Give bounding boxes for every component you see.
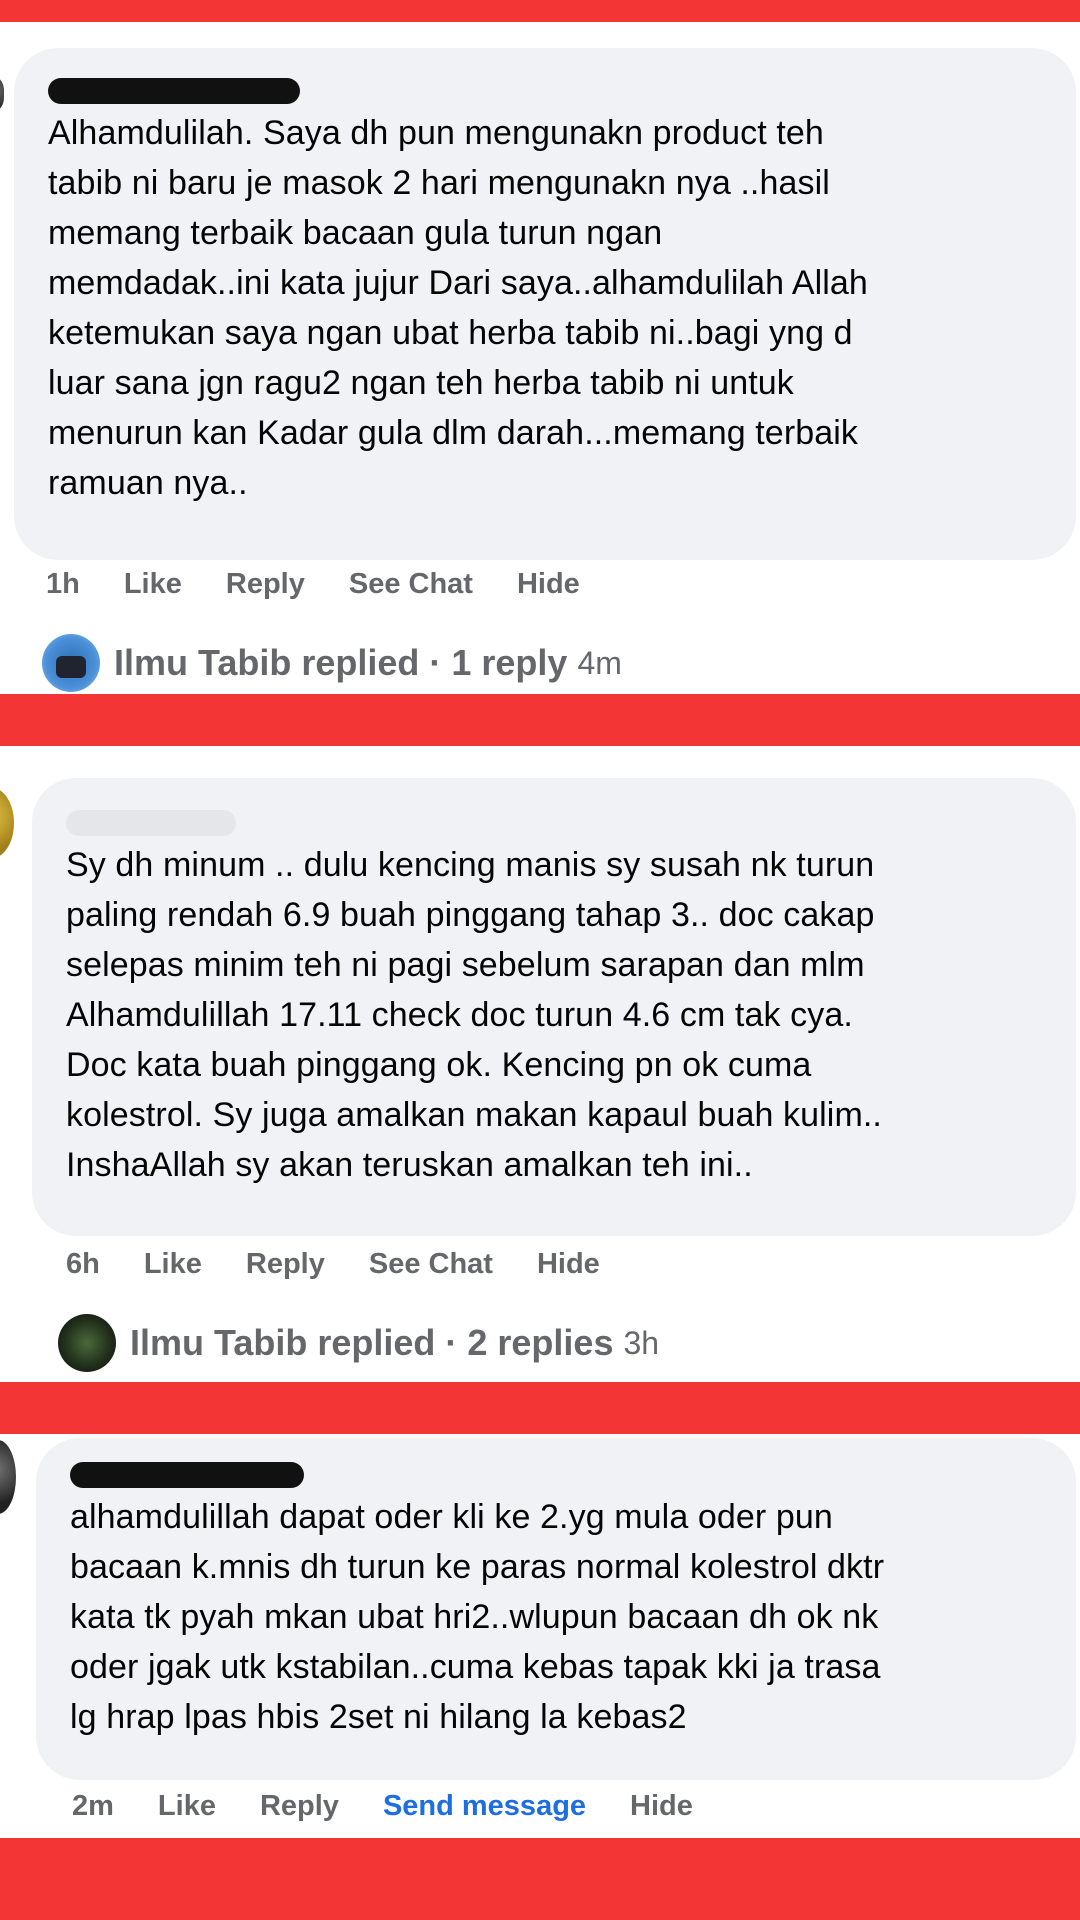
comment-actions: 6h Like Reply See Chat Hide [66,1248,600,1281]
comment-bubble: Sy dh minum .. dulu kencing manis sy sus… [32,778,1076,1236]
comment-time[interactable]: 6h [66,1248,100,1281]
hide-button[interactable]: Hide [630,1790,693,1823]
reply-count: 1 reply [451,642,568,683]
separator-dot: · [429,642,442,683]
view-replies-link[interactable]: Ilmu Tabib replied · 1 reply 4m [42,634,622,692]
replier-avatar [42,634,100,692]
comment-text: Sy dh minum .. dulu kencing manis sy sus… [66,846,882,1184]
red-band-bottom [0,1838,1080,1920]
see-chat-button[interactable]: See Chat [349,568,473,601]
like-button[interactable]: Like [124,568,182,601]
see-chat-button[interactable]: See Chat [369,1248,493,1281]
comment-text: Alhamdulilah. Saya dh pun mengunakn prod… [48,114,868,502]
commenter-name-redacted[interactable] [66,810,236,836]
reply-button[interactable]: Reply [226,568,305,601]
replier-label: Ilmu Tabib replied [130,1322,436,1363]
avatar-dark-shape [56,656,86,678]
commenter-name-redacted[interactable] [48,78,300,104]
separator-dot: · [445,1322,458,1363]
hide-button[interactable]: Hide [517,568,580,601]
like-button[interactable]: Like [144,1248,202,1281]
reply-button[interactable]: Reply [260,1790,339,1823]
comment-text: alhamdulillah dapat oder kli ke 2.yg mul… [70,1498,885,1736]
comment-bubble: Alhamdulilah. Saya dh pun mengunakn prod… [14,48,1076,560]
commenter-avatar[interactable] [0,74,4,114]
hide-button[interactable]: Hide [537,1248,600,1281]
comment-time[interactable]: 2m [72,1790,114,1823]
reply-count: 2 replies [467,1322,614,1363]
commenter-avatar[interactable] [0,1440,16,1514]
comment-actions: 2m Like Reply Send message Hide [72,1790,693,1823]
like-button[interactable]: Like [158,1790,216,1823]
comment-1: Alhamdulilah. Saya dh pun mengunakn prod… [0,0,1080,694]
comment-bubble: alhamdulillah dapat oder kli ke 2.yg mul… [36,1438,1076,1780]
replier-avatar [58,1314,116,1372]
comment-3: alhamdulillah dapat oder kli ke 2.yg mul… [0,1434,1080,1838]
reply-time: 4m [577,644,622,681]
red-band-1 [0,694,1080,746]
comment-time[interactable]: 1h [46,568,80,601]
red-band-2 [0,1382,1080,1434]
comment-2: Sy dh minum .. dulu kencing manis sy sus… [0,746,1080,1382]
commenter-avatar[interactable] [0,788,14,858]
replier-label: Ilmu Tabib replied [114,642,420,683]
comment-actions: 1h Like Reply See Chat Hide [46,568,580,601]
commenter-name-redacted[interactable] [70,1462,304,1488]
reply-time: 3h [623,1324,660,1361]
reply-button[interactable]: Reply [246,1248,325,1281]
send-message-button[interactable]: Send message [383,1790,586,1823]
view-replies-link[interactable]: Ilmu Tabib replied · 2 replies 3h [58,1314,659,1372]
